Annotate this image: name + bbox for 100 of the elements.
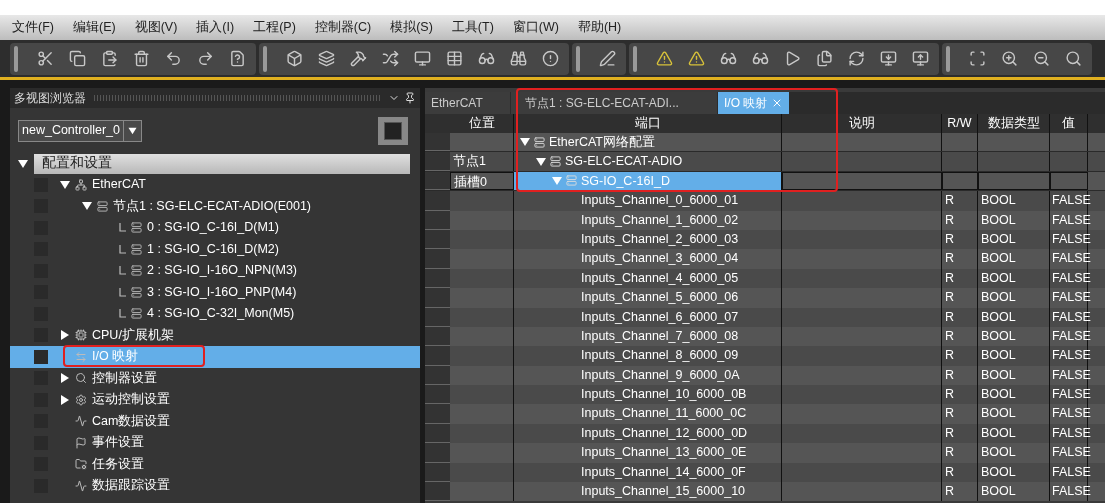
table-row[interactable]: Inputs_Channel_0_6000_01 R BOOL FALSE — [425, 191, 1105, 211]
caret-down-icon — [128, 126, 137, 135]
table-cell: BOOL — [981, 484, 1016, 499]
table-row[interactable]: Inputs_Channel_5_6000_06 R BOOL FALSE — [425, 288, 1105, 308]
menu-item[interactable]: 控制器(C) — [314, 18, 372, 37]
table-row[interactable]: Inputs_Channel_15_6000_10 R BOOL FALSE — [425, 482, 1105, 502]
hammer-icon[interactable] — [349, 49, 367, 68]
table-cell: FALSE — [1052, 251, 1091, 266]
tree-label: 运动控制设置 — [92, 391, 170, 409]
menu-item[interactable]: 模拟(S) — [390, 18, 433, 37]
redo-icon[interactable] — [196, 49, 214, 68]
table-row[interactable]: Inputs_Channel_1_6000_02 R BOOL FALSE — [425, 210, 1105, 230]
table-row[interactable]: Inputs_Channel_9_6000_0A R BOOL FALSE — [425, 365, 1105, 386]
refresh-icon[interactable] — [847, 49, 865, 68]
tree-item[interactable]: 事件设置 — [10, 432, 420, 454]
table-row[interactable]: Inputs_Channel_10_6000_0B R BOOL FALSE — [425, 385, 1105, 405]
module-icon — [131, 286, 142, 298]
editor-tab[interactable]: EtherCAT — [425, 92, 510, 114]
table-row[interactable]: Inputs_Channel_8_6000_09 R BOOL FALSE — [425, 346, 1105, 366]
table-cell: R — [945, 387, 955, 402]
table-cell: Inputs_Channel_4_6000_05 — [581, 270, 739, 285]
caret-down-icon[interactable] — [536, 156, 546, 167]
edit-icon[interactable] — [598, 49, 616, 68]
table-row[interactable]: Inputs_Channel_3_6000_04 R BOOL FALSE — [425, 249, 1105, 269]
item-icon — [75, 415, 87, 428]
table-row[interactable]: Inputs_Channel_6_6000_07 R BOOL FALSE — [425, 307, 1105, 327]
caret-down-icon[interactable] — [82, 201, 92, 212]
menu-item[interactable]: 文件(F) — [12, 18, 54, 37]
row-header[interactable] — [425, 133, 450, 152]
table-icon[interactable] — [445, 49, 463, 68]
menu-item[interactable]: 视图(V) — [134, 18, 178, 37]
caret-right-icon[interactable] — [60, 394, 70, 405]
table-row[interactable]: Inputs_Channel_2_6000_03 R BOOL FALSE — [425, 229, 1105, 250]
cross-arrows-icon[interactable] — [381, 49, 399, 68]
monitor-icon[interactable] — [911, 49, 929, 68]
fit-icon[interactable] — [968, 49, 986, 68]
tree-item[interactable]: 1 : SG-IO_C-16I_D(M2) — [10, 238, 420, 260]
branch-line-icon — [119, 287, 126, 297]
table-row[interactable]: Inputs_Channel_12_6000_0D R BOOL FALSE — [425, 423, 1105, 444]
undo-icon[interactable] — [164, 49, 182, 68]
caret-down-icon[interactable] — [60, 179, 70, 190]
tree-item[interactable]: 2 : SG-IO_I-16O_NPN(M3) — [10, 260, 420, 282]
table-row[interactable]: 节点1 SG-ELC-ECAT-ADIO — [425, 152, 1105, 172]
zoom-in-icon[interactable] — [1000, 49, 1018, 68]
table-cell: R — [945, 484, 955, 499]
tree-item[interactable]: 任务设置 — [10, 453, 420, 475]
section-header[interactable]: 配置和设置 — [34, 153, 410, 174]
pin-icon[interactable] — [404, 92, 416, 104]
table-cell: FALSE — [1052, 367, 1091, 382]
tree-item[interactable]: Cam数据设置 — [10, 410, 420, 432]
monitor-icon[interactable] — [413, 49, 431, 68]
caret-down-icon[interactable] — [520, 137, 530, 148]
caret-right-icon[interactable] — [60, 330, 70, 341]
monitor-icon[interactable] — [879, 49, 897, 68]
tree-item[interactable]: EtherCAT — [10, 174, 420, 196]
menu-item[interactable]: 插入(I) — [196, 18, 235, 37]
zoom-out-icon[interactable] — [1032, 49, 1050, 68]
copy-icon[interactable] — [68, 49, 86, 68]
copy-icon[interactable] — [815, 49, 833, 68]
table-row[interactable]: EtherCAT网络配置 — [425, 133, 1105, 153]
table-cell: Inputs_Channel_8_6000_09 — [581, 348, 739, 363]
tree-item[interactable]: 3 : SG-IO_I-16O_PNP(M4) — [10, 281, 420, 303]
tree-label: 事件设置 — [92, 434, 144, 452]
table-row[interactable]: Inputs_Channel_13_6000_0E R BOOL FALSE — [425, 443, 1105, 463]
caret-right-icon[interactable] — [60, 373, 70, 384]
table-row[interactable]: Inputs_Channel_7_6000_08 R BOOL FALSE — [425, 326, 1105, 347]
controller-dropdown[interactable]: new_Controller_0 — [18, 119, 142, 142]
table-cell: FALSE — [1052, 270, 1091, 285]
menu-item[interactable]: 编辑(E) — [72, 18, 116, 37]
warning-icon[interactable] — [655, 49, 673, 68]
controller-icon[interactable] — [378, 116, 408, 145]
tree-label: 数据跟踪设置 — [92, 477, 170, 495]
alert-icon[interactable] — [541, 49, 559, 68]
menu-item[interactable]: 帮助(H) — [577, 18, 622, 37]
editor-tab[interactable]: 节点1 : SG-ELC-ECAT-ADI... — [511, 92, 717, 114]
tree-item[interactable]: CPU/扩展机架 — [10, 324, 420, 346]
item-icon — [75, 178, 87, 191]
table-cell: R — [945, 425, 955, 440]
table-cell: BOOL — [981, 367, 1016, 382]
delete-icon[interactable] — [132, 49, 150, 68]
table-cell: R — [945, 270, 955, 285]
menu-item[interactable]: 工程(P) — [253, 18, 296, 37]
tree-item[interactable]: 节点1 : SG-ELC-ECAT-ADIO(E001) — [10, 195, 420, 217]
paste-icon[interactable] — [100, 49, 118, 68]
menu-item[interactable]: 窗口(W) — [512, 18, 559, 37]
tree-item[interactable]: 4 : SG-IO_C-32I_Mon(M5) — [10, 303, 420, 325]
tree-item[interactable]: 0 : SG-IO_C-16I_D(M1) — [10, 217, 420, 239]
caret-down-icon[interactable] — [18, 158, 28, 169]
table-row[interactable]: Inputs_Channel_4_6000_05 R BOOL FALSE — [425, 268, 1105, 289]
table-row[interactable]: Inputs_Channel_14_6000_0F R BOOL FALSE — [425, 462, 1105, 483]
tree-item[interactable]: 数据跟踪设置 — [10, 475, 420, 497]
tree-item[interactable]: 运动控制设置 — [10, 389, 420, 411]
cube-icon[interactable] — [285, 49, 303, 68]
table-cell: FALSE — [1052, 348, 1091, 363]
cut-icon[interactable] — [36, 49, 54, 68]
binoculars-icon[interactable] — [509, 49, 527, 68]
menu-item[interactable]: 工具(T) — [451, 18, 494, 37]
help-document-icon[interactable] — [228, 49, 246, 68]
tree-item[interactable]: 控制器设置 — [10, 367, 420, 389]
table-row[interactable]: Inputs_Channel_11_6000_0C R BOOL FALSE — [425, 404, 1105, 424]
